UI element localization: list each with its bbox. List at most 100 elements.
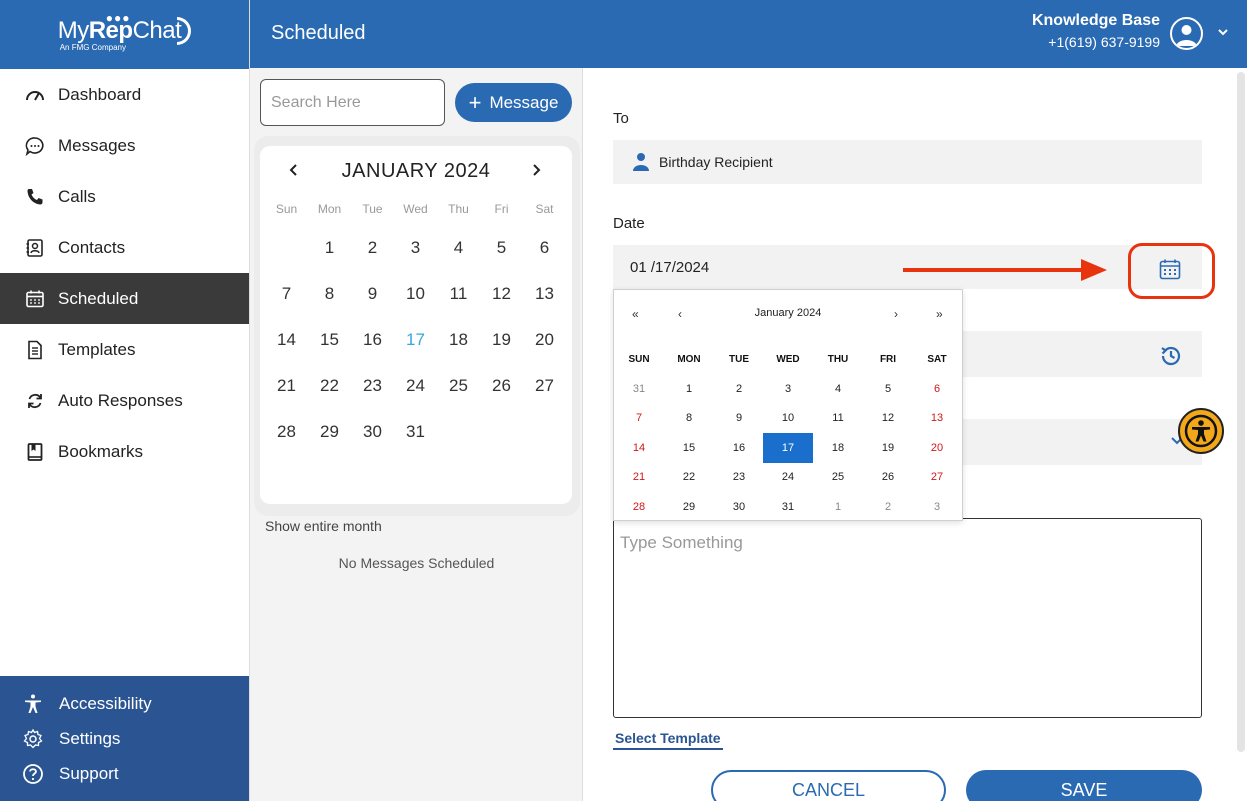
picker-day[interactable]: 15 [664, 433, 714, 463]
select-template-link[interactable]: Select Template [613, 730, 723, 750]
picker-day[interactable]: 16 [714, 433, 764, 463]
picker-day[interactable]: 18 [813, 433, 863, 463]
next-month-button[interactable]: › [894, 307, 898, 321]
picker-day[interactable]: 12 [863, 403, 913, 433]
calendar-day[interactable]: 25 [437, 376, 480, 396]
picker-day[interactable]: 7 [614, 403, 664, 433]
show-entire-month-link[interactable]: Show entire month [265, 518, 382, 534]
calendar-day[interactable]: 9 [351, 284, 394, 304]
calendar-day[interactable]: 17 [394, 330, 437, 350]
search-input[interactable] [260, 79, 445, 126]
save-button[interactable]: SAVE [966, 770, 1202, 801]
picker-day[interactable]: 23 [714, 462, 764, 492]
picker-day[interactable]: 21 [614, 462, 664, 492]
picker-day[interactable]: 8 [664, 403, 714, 433]
nav-item-messages[interactable]: Messages [0, 120, 249, 171]
chevron-down-icon[interactable] [1217, 25, 1229, 43]
picker-day[interactable]: 20 [912, 433, 962, 463]
calendar-day[interactable]: 5 [480, 238, 523, 258]
calendar-day[interactable]: 10 [394, 284, 437, 304]
calendar-day[interactable]: 23 [351, 376, 394, 396]
calendar-day[interactable]: 4 [437, 238, 480, 258]
picker-day[interactable]: 30 [714, 492, 764, 522]
brand-logo[interactable]: ●●● MyRepChat An FMG Company [0, 0, 249, 69]
nav-item-calls[interactable]: Calls [0, 171, 249, 222]
calendar-picker-icon[interactable] [1159, 258, 1181, 280]
picker-day[interactable]: 9 [714, 403, 764, 433]
picker-day[interactable]: 27 [912, 462, 962, 492]
nav-item-scheduled[interactable]: Scheduled [0, 273, 249, 324]
calendar-day[interactable]: 8 [308, 284, 351, 304]
calendar-day[interactable]: 30 [351, 422, 394, 442]
picker-day[interactable]: 26 [863, 462, 913, 492]
picker-day[interactable]: 1 [664, 374, 714, 404]
footer-item-accessibility[interactable]: Accessibility [0, 686, 249, 721]
calendar-day[interactable]: 14 [265, 330, 308, 350]
calendar-day[interactable]: 18 [437, 330, 480, 350]
nav-item-dashboard[interactable]: Dashboard [0, 69, 249, 120]
calendar-day[interactable]: 15 [308, 330, 351, 350]
picker-day[interactable]: 4 [813, 374, 863, 404]
mini-calendar-title: JANUARY 2024 [341, 160, 491, 182]
picker-day[interactable]: 3 [763, 374, 813, 404]
avatar[interactable] [1170, 17, 1203, 50]
calendar-day[interactable]: 13 [523, 284, 566, 304]
picker-day[interactable]: 22 [664, 462, 714, 492]
footer-item-support[interactable]: Support [0, 756, 249, 791]
calendar-day[interactable]: 12 [480, 284, 523, 304]
picker-day[interactable]: 28 [614, 492, 664, 522]
calendar-day[interactable]: 7 [265, 284, 308, 304]
picker-day[interactable]: 5 [863, 374, 913, 404]
nav-item-auto-responses[interactable]: Auto Responses [0, 375, 249, 426]
picker-day[interactable]: 11 [813, 403, 863, 433]
picker-day[interactable]: 3 [912, 492, 962, 522]
chevron-right-icon[interactable] [530, 160, 542, 183]
calendar-day[interactable]: 11 [437, 284, 480, 304]
calendar-day[interactable]: 1 [308, 238, 351, 258]
picker-day[interactable]: 29 [664, 492, 714, 522]
calendar-day[interactable]: 16 [351, 330, 394, 350]
accessibility-widget-icon[interactable] [1178, 408, 1224, 454]
calendar-day[interactable]: 27 [523, 376, 566, 396]
calendar-day[interactable]: 21 [265, 376, 308, 396]
calendar-day[interactable]: 2 [351, 238, 394, 258]
picker-day[interactable]: 1 [813, 492, 863, 522]
calendar-day[interactable]: 19 [480, 330, 523, 350]
calendar-day[interactable]: 6 [523, 238, 566, 258]
picker-day[interactable]: 31 [614, 374, 664, 404]
calendar-day[interactable]: 28 [265, 422, 308, 442]
calendar-day[interactable]: 29 [308, 422, 351, 442]
picker-day[interactable]: 6 [912, 374, 962, 404]
calendar-day[interactable]: 24 [394, 376, 437, 396]
calendar-day[interactable]: 22 [308, 376, 351, 396]
picker-day[interactable]: 10 [763, 403, 813, 433]
calendar-day[interactable]: 3 [394, 238, 437, 258]
weekday-header: Sat [535, 202, 554, 216]
account-info[interactable]: Knowledge Base +1(619) 637-9199 [1032, 12, 1160, 50]
nav-item-contacts[interactable]: Contacts [0, 222, 249, 273]
footer-item-settings[interactable]: Settings [0, 721, 249, 756]
scrollbar[interactable] [1237, 72, 1245, 752]
next-year-button[interactable]: » [936, 307, 943, 321]
picker-day[interactable]: 31 [763, 492, 813, 522]
new-message-button[interactable]: + Message [455, 83, 572, 122]
picker-day[interactable]: 2 [863, 492, 913, 522]
clock-history-icon[interactable] [1159, 344, 1183, 373]
calendar-day[interactable]: 31 [394, 422, 437, 442]
calendar-day[interactable]: 20 [523, 330, 566, 350]
nav-item-bookmarks[interactable]: Bookmarks [0, 426, 249, 477]
picker-day[interactable]: 19 [863, 433, 913, 463]
picker-day[interactable]: 24 [763, 462, 813, 492]
cancel-button[interactable]: CANCEL [711, 770, 946, 801]
picker-day[interactable]: 25 [813, 462, 863, 492]
calendar-day[interactable]: 26 [480, 376, 523, 396]
date-value: 01 /17/2024 [630, 258, 710, 276]
nav-item-templates[interactable]: Templates [0, 324, 249, 375]
picker-day[interactable]: 17 [763, 433, 813, 463]
recipient-field[interactable]: Birthday Recipient [613, 140, 1202, 184]
message-textarea[interactable] [613, 518, 1202, 718]
picker-day[interactable]: 2 [714, 374, 764, 404]
person-icon [633, 152, 649, 172]
picker-day[interactable]: 14 [614, 433, 664, 463]
picker-day[interactable]: 13 [912, 403, 962, 433]
